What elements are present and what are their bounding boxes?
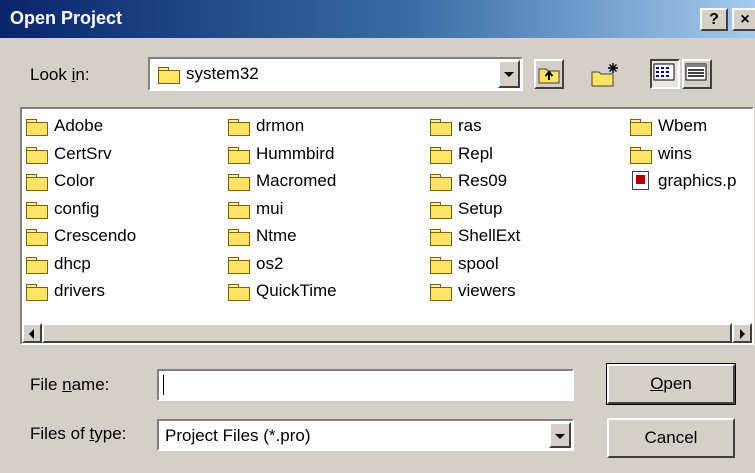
close-button[interactable]: × xyxy=(732,8,755,31)
folder-icon xyxy=(26,174,48,191)
look-in-value: system32 xyxy=(186,64,259,83)
scroll-left-button[interactable] xyxy=(22,323,42,343)
new-folder-button[interactable] xyxy=(588,59,618,89)
folder-icon xyxy=(430,284,452,301)
folder-icon xyxy=(158,67,180,84)
details-view-button[interactable] xyxy=(682,59,712,89)
details-view-icon xyxy=(685,63,707,81)
list-view-button[interactable] xyxy=(650,59,680,89)
folder-icon xyxy=(26,229,48,246)
folder-icon xyxy=(228,174,250,191)
file-list[interactable]: Adobe CertSrv Color config Crescendo dhc… xyxy=(20,107,754,345)
title-bar[interactable]: Open Project ? × xyxy=(0,0,755,38)
folder-icon xyxy=(430,119,452,136)
folder-icon xyxy=(26,256,48,274)
folder-icon xyxy=(430,174,452,191)
text-caret xyxy=(163,375,164,395)
open-button[interactable]: Open xyxy=(606,363,736,405)
folder-icon xyxy=(228,229,250,246)
list-view-icon xyxy=(653,63,675,81)
chevron-down-icon[interactable] xyxy=(498,60,520,88)
look-in-dropdown[interactable]: system32 xyxy=(148,57,523,91)
folder-icon xyxy=(228,201,250,219)
look-in-label: Look in: xyxy=(30,65,90,84)
scrollbar-thumb[interactable] xyxy=(42,323,732,343)
folder-icon xyxy=(26,146,48,164)
up-one-level-icon xyxy=(538,68,560,84)
chevron-down-icon[interactable] xyxy=(549,422,571,448)
folder-icon xyxy=(26,284,48,301)
folder-icon xyxy=(228,256,250,274)
folder-icon xyxy=(630,146,652,164)
folder-icon xyxy=(430,201,452,219)
folder-icon xyxy=(630,119,652,136)
help-button[interactable]: ? xyxy=(700,8,728,31)
folder-icon xyxy=(430,229,452,246)
files-of-type-dropdown[interactable]: Project Files (*.pro) xyxy=(157,419,574,451)
dialog-title: Open Project xyxy=(10,8,123,28)
file-name-label: File name: xyxy=(30,375,110,394)
folder-icon xyxy=(26,201,48,219)
files-of-type-value: Project Files (*.pro) xyxy=(165,426,311,445)
open-project-dialog: Open Project ? × Look in: system32 Adobe… xyxy=(0,0,755,473)
files-of-type-label: Files of type: xyxy=(30,424,127,443)
scroll-right-button[interactable] xyxy=(732,323,752,343)
cancel-button[interactable]: Cancel xyxy=(607,418,735,458)
folder-icon xyxy=(430,256,452,274)
document-icon xyxy=(632,171,649,190)
file-name-input[interactable] xyxy=(157,369,574,401)
folder-icon xyxy=(430,146,452,164)
horizontal-scrollbar[interactable] xyxy=(22,323,752,343)
folder-icon xyxy=(228,284,250,301)
new-folder-icon xyxy=(591,63,618,87)
folder-icon xyxy=(228,146,250,164)
folder-icon xyxy=(228,119,250,136)
up-one-level-button[interactable] xyxy=(534,59,564,89)
folder-icon xyxy=(26,119,48,136)
